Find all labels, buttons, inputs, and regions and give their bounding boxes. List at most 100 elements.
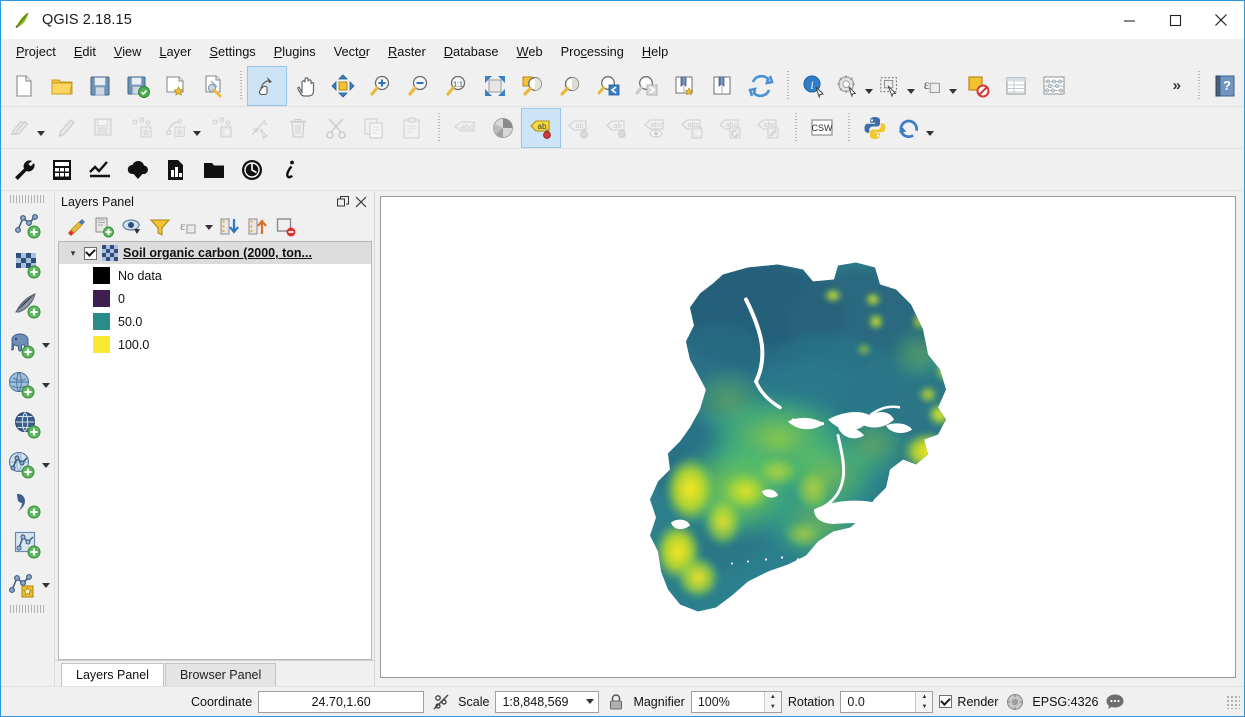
menu-plugins[interactable]: Plugins <box>265 41 325 62</box>
render-checkbox[interactable] <box>939 695 952 708</box>
select-by-expression-button[interactable]: ɛ <box>917 67 947 105</box>
select-by-expression-dropdown[interactable] <box>947 67 959 105</box>
minimize-button[interactable] <box>1106 1 1152 39</box>
menu-raster[interactable]: Raster <box>379 41 435 62</box>
move-label-button[interactable]: abc <box>674 109 712 147</box>
map-canvas[interactable] <box>380 196 1236 678</box>
undock-icon[interactable] <box>334 193 352 211</box>
close-button[interactable] <box>1198 1 1244 39</box>
profile-tool-button[interactable] <box>81 151 119 189</box>
add-mssql-globe-button[interactable] <box>4 367 40 403</box>
magnifier-stepper[interactable]: ▲▼ <box>764 692 781 712</box>
menu-database[interactable]: Database <box>435 41 508 62</box>
layer-tree-item[interactable]: ▾ Soil organic carbon (2000, ton... <box>59 242 371 264</box>
crs-globe-icon[interactable] <box>1004 691 1026 713</box>
show-hide-labels-button[interactable]: abc <box>636 109 674 147</box>
statistical-summary-button[interactable] <box>1035 67 1073 105</box>
add-spatialite-layer-button[interactable] <box>10 287 46 323</box>
open-project-button[interactable] <box>43 67 81 105</box>
add-wfs-vector-globe-button[interactable] <box>4 447 40 483</box>
new-shapefile-layer-dropdown[interactable] <box>40 583 52 588</box>
stepper-up[interactable]: ▲ <box>765 692 781 702</box>
new-shapefile-layer-button[interactable] <box>4 567 40 603</box>
pan-to-selection-button[interactable] <box>324 67 362 105</box>
add-mssql-layer-dropdown[interactable] <box>40 383 52 388</box>
node-tool-button[interactable] <box>241 109 279 147</box>
save-layer-edits-button[interactable] <box>85 109 123 147</box>
save-project-as-button[interactable] <box>119 67 157 105</box>
help-button[interactable]: ? <box>1206 67 1244 105</box>
lock-scale-icon[interactable] <box>605 691 627 713</box>
menu-project[interactable]: Project <box>7 41 65 62</box>
label-toolbar-button[interactable]: abc <box>446 109 484 147</box>
add-delimited-text-button[interactable] <box>10 487 46 523</box>
open-folder-button[interactable] <box>195 151 233 189</box>
processing-toolbox-button[interactable] <box>5 151 43 189</box>
run-feature-action-dropdown[interactable] <box>863 67 875 105</box>
composer-manager-button[interactable] <box>195 67 233 105</box>
rotate-label-button[interactable]: abc <box>712 109 750 147</box>
layers-tree[interactable]: ▾ Soil organic carbon (2000, ton... No d… <box>58 241 372 660</box>
refresh-button[interactable] <box>742 67 780 105</box>
add-group-button[interactable] <box>91 215 117 239</box>
metasearch-csw-button[interactable]: CSW <box>803 109 841 147</box>
menu-layer[interactable]: Layer <box>150 41 200 62</box>
tab-layers-panel[interactable]: Layers Panel <box>61 663 164 686</box>
paste-features-button[interactable] <box>393 109 431 147</box>
plugin-reload-button[interactable] <box>894 109 924 147</box>
rotation-stepper[interactable]: ▲▼ <box>915 692 932 712</box>
epsilon-expression-dropdown[interactable] <box>203 225 215 230</box>
add-vector-tile-button[interactable] <box>10 527 46 563</box>
toolbar-grip-bottom[interactable] <box>10 605 46 613</box>
zoom-to-selection-button[interactable] <box>552 67 590 105</box>
open-layer-styling-button[interactable] <box>63 215 89 239</box>
toolbar-grip[interactable] <box>10 195 46 203</box>
scale-combobox[interactable]: 1:8,848,569 <box>495 691 599 713</box>
run-feature-action-button[interactable] <box>833 67 863 105</box>
layer-visibility-checkbox[interactable] <box>84 247 97 260</box>
magnifier-spinbox[interactable]: 100% ▲▼ <box>691 691 782 713</box>
zoom-last-button[interactable] <box>590 67 628 105</box>
python-console-button[interactable] <box>856 109 894 147</box>
save-project-button[interactable] <box>81 67 119 105</box>
new-bookmark-button[interactable] <box>666 67 704 105</box>
menu-vector[interactable]: Vector <box>325 41 379 62</box>
current-edits-dropdown[interactable] <box>35 109 47 147</box>
add-circular-string-button[interactable] <box>161 109 191 147</box>
add-wfs-layer-dropdown[interactable] <box>40 463 52 468</box>
pin-labels-button[interactable]: ab <box>560 109 598 147</box>
zoom-full-button[interactable] <box>476 67 514 105</box>
cut-features-button[interactable] <box>317 109 355 147</box>
rotation-spinbox[interactable]: 0.0 ▲▼ <box>840 691 933 713</box>
crs-label[interactable]: EPSG:4326 <box>1032 695 1098 709</box>
stepper-up[interactable]: ▲ <box>916 692 932 702</box>
current-edits-button[interactable] <box>5 109 35 147</box>
deselect-features-button[interactable] <box>959 67 997 105</box>
zoom-out-button[interactable] <box>400 67 438 105</box>
new-project-button[interactable] <box>5 67 43 105</box>
expand-all-button[interactable] <box>217 215 243 239</box>
add-wcs-globe-button[interactable] <box>10 407 46 443</box>
pan-map-button[interactable] <box>286 67 324 105</box>
plugin-download-button[interactable] <box>119 151 157 189</box>
menu-edit[interactable]: Edit <box>65 41 105 62</box>
render-checkbox-group[interactable]: Render <box>939 695 998 709</box>
zoom-in-button[interactable] <box>362 67 400 105</box>
new-print-composer-button[interactable] <box>157 67 195 105</box>
menu-settings[interactable]: Settings <box>200 41 264 62</box>
zoom-to-layer-button[interactable] <box>514 67 552 105</box>
plugin-reload-dropdown[interactable] <box>924 109 936 147</box>
add-vector-layer-button[interactable] <box>10 207 46 243</box>
add-raster-layer-button[interactable] <box>10 247 46 283</box>
toggle-editing-button[interactable] <box>47 109 85 147</box>
zoom-next-button[interactable] <box>628 67 666 105</box>
chevron-down-icon[interactable]: ▾ <box>67 247 79 259</box>
info-button[interactable] <box>271 151 309 189</box>
layer-labeling-button[interactable]: ab <box>522 109 560 147</box>
identify-results-button[interactable]: i <box>795 67 833 105</box>
epsilon-expression-button[interactable]: ɛ <box>175 215 201 239</box>
select-features-dropdown[interactable] <box>905 67 917 105</box>
resize-grip[interactable] <box>1226 695 1240 709</box>
remove-layer-button[interactable] <box>273 215 299 239</box>
style-manager-button[interactable] <box>484 109 522 147</box>
